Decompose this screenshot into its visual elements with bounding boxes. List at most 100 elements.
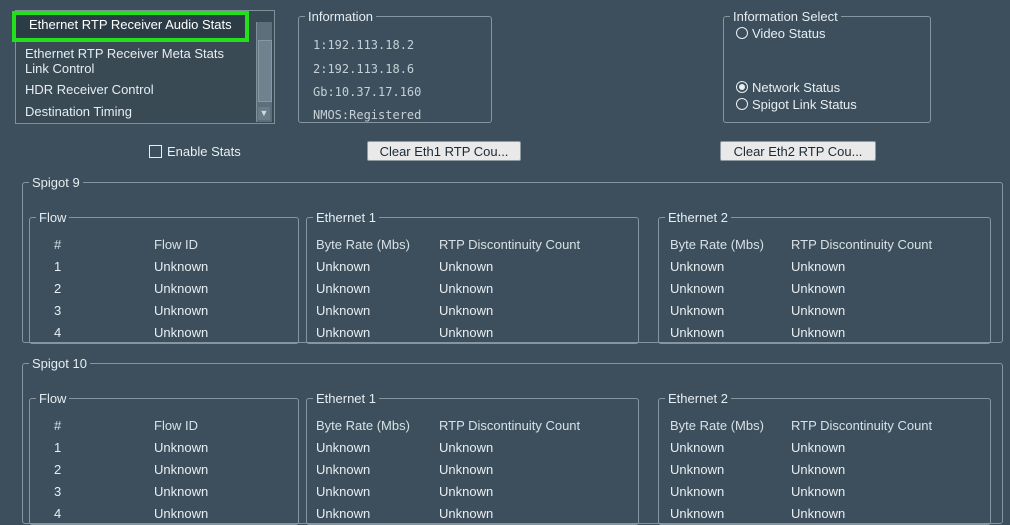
- info-line-1: 1:192.113.18.2: [313, 38, 415, 52]
- spigot-10-ethernet-1-group: Ethernet 1 Byte Rate (Mbs) RTP Discontin…: [306, 391, 639, 525]
- col-header-flow-id: Flow ID: [154, 418, 199, 433]
- nav-item-hdr-receiver-control[interactable]: HDR Receiver Control: [25, 82, 154, 97]
- table-row-num: 2: [54, 281, 62, 296]
- col-header-byte-rate: Byte Rate (Mbs): [316, 237, 410, 252]
- col-header-byte-rate: Byte Rate (Mbs): [670, 418, 764, 433]
- nav-scroll-thumb[interactable]: [258, 40, 272, 102]
- table-row-flow-id: Unknown: [154, 440, 209, 455]
- nav-item-destination-timing[interactable]: Destination Timing: [25, 104, 132, 119]
- information-select-title: Information Select: [733, 9, 838, 24]
- col-header-num: #: [54, 237, 62, 252]
- table-row-byte-rate: Unknown: [670, 259, 725, 274]
- table-row-num: 3: [54, 484, 62, 499]
- table-row-num: 1: [54, 440, 62, 455]
- enable-stats-checkbox[interactable]: Enable Stats: [149, 144, 241, 159]
- table-row-discontinuity: Unknown: [439, 325, 494, 340]
- information-title: Information: [308, 9, 374, 24]
- table-row-discontinuity: Unknown: [439, 303, 494, 318]
- spigot-10-group: Spigot 10 Flow # Flow ID 1 Unknown 2 Unk…: [22, 356, 1003, 525]
- col-header-rtp-discontinuity: RTP Discontinuity Count: [439, 237, 581, 252]
- table-row-byte-rate: Unknown: [316, 506, 371, 521]
- table-row-byte-rate: Unknown: [670, 325, 725, 340]
- table-row-num: 2: [54, 462, 62, 477]
- radio-off-icon: [736, 98, 748, 110]
- table-row-discontinuity: Unknown: [439, 281, 494, 296]
- table-row-discontinuity: Unknown: [439, 484, 494, 499]
- clear-eth1-button[interactable]: Clear Eth1 RTP Cou...: [367, 141, 521, 161]
- table-row-discontinuity: Unknown: [439, 462, 494, 477]
- col-header-rtp-discontinuity: RTP Discontinuity Count: [791, 418, 933, 433]
- ethernet-2-title: Ethernet 2: [668, 391, 728, 406]
- info-line-3: Gb:10.37.17.160: [313, 85, 422, 99]
- table-row-num: 4: [54, 506, 62, 521]
- table-row-discontinuity: Unknown: [791, 325, 846, 340]
- table-row-byte-rate: Unknown: [316, 325, 371, 340]
- table-row-flow-id: Unknown: [154, 281, 209, 296]
- spigot-9-ethernet-2-group: Ethernet 2 Byte Rate (Mbs) RTP Discontin…: [658, 210, 991, 344]
- table-row-discontinuity: Unknown: [439, 259, 494, 274]
- table-row-byte-rate: Unknown: [316, 462, 371, 477]
- table-row-discontinuity: Unknown: [791, 462, 846, 477]
- spigot-10-flow-group: Flow # Flow ID 1 Unknown 2 Unknown 3 Unk…: [29, 391, 299, 525]
- table-row-discontinuity: Unknown: [791, 440, 846, 455]
- panel-nav-list: Ethernet RTP Receiver Audio Stats Ethern…: [12, 10, 275, 124]
- scroll-down-arrow-icon[interactable]: ▼: [258, 107, 270, 120]
- table-row-num: 4: [54, 325, 62, 340]
- table-row-num: 1: [54, 259, 62, 274]
- col-header-rtp-discontinuity: RTP Discontinuity Count: [439, 418, 581, 433]
- spigot-9-ethernet-1-group: Ethernet 1 Byte Rate (Mbs) RTP Discontin…: [306, 210, 639, 344]
- nav-item-link-control[interactable]: Link Control: [25, 61, 94, 76]
- table-row-byte-rate: Unknown: [316, 484, 371, 499]
- table-row-discontinuity: Unknown: [439, 440, 494, 455]
- table-row-flow-id: Unknown: [154, 484, 209, 499]
- clear-eth2-button[interactable]: Clear Eth2 RTP Cou...: [720, 141, 876, 161]
- table-row-byte-rate: Unknown: [670, 506, 725, 521]
- table-row-byte-rate: Unknown: [316, 440, 371, 455]
- col-header-flow-id: Flow ID: [154, 237, 199, 252]
- table-row-byte-rate: Unknown: [316, 303, 371, 318]
- table-row-byte-rate: Unknown: [670, 303, 725, 318]
- flow-title: Flow: [39, 391, 67, 406]
- radio-spigot-link-status[interactable]: Spigot Link Status: [736, 97, 857, 112]
- table-row-discontinuity: Unknown: [791, 281, 846, 296]
- ethernet-1-title: Ethernet 1: [316, 210, 376, 225]
- table-row-discontinuity: Unknown: [791, 303, 846, 318]
- table-row-byte-rate: Unknown: [670, 462, 725, 477]
- table-row-flow-id: Unknown: [154, 259, 209, 274]
- spigot-9-flow-group: Flow # Flow ID 1 Unknown 2 Unknown 3 Unk…: [29, 210, 299, 344]
- col-header-byte-rate: Byte Rate (Mbs): [316, 418, 410, 433]
- col-header-byte-rate: Byte Rate (Mbs): [670, 237, 764, 252]
- table-row-discontinuity: Unknown: [791, 506, 846, 521]
- information-select-group: Information Select Video Status Network …: [723, 9, 931, 123]
- table-row-flow-id: Unknown: [154, 506, 209, 521]
- col-header-rtp-discontinuity: RTP Discontinuity Count: [791, 237, 933, 252]
- spigot-9-group: Spigot 9 Flow # Flow ID 1 Unknown 2 Unkn…: [22, 175, 1003, 344]
- table-row-byte-rate: Unknown: [670, 281, 725, 296]
- info-line-2: 2:192.113.18.6: [313, 62, 415, 76]
- col-header-num: #: [54, 418, 62, 433]
- table-row-discontinuity: Unknown: [791, 484, 846, 499]
- table-row-byte-rate: Unknown: [316, 281, 371, 296]
- nav-item-meta-stats[interactable]: Ethernet RTP Receiver Meta Stats: [25, 46, 224, 61]
- spigot-10-title: Spigot 10: [32, 356, 87, 371]
- table-row-byte-rate: Unknown: [316, 259, 371, 274]
- table-row-discontinuity: Unknown: [439, 506, 494, 521]
- flow-title: Flow: [39, 210, 67, 225]
- table-row-flow-id: Unknown: [154, 462, 209, 477]
- nav-item-audio-stats[interactable]: Ethernet RTP Receiver Audio Stats: [12, 11, 249, 42]
- table-row-flow-id: Unknown: [154, 325, 209, 340]
- radio-video-status[interactable]: Video Status: [736, 26, 825, 41]
- table-row-flow-id: Unknown: [154, 303, 209, 318]
- radio-network-status[interactable]: Network Status: [736, 80, 840, 95]
- radio-off-icon: [736, 27, 748, 39]
- checkbox-icon: [149, 145, 162, 158]
- spigot-10-ethernet-2-group: Ethernet 2 Byte Rate (Mbs) RTP Discontin…: [658, 391, 991, 525]
- information-group: Information 1:192.113.18.2 2:192.113.18.…: [298, 9, 492, 123]
- table-row-byte-rate: Unknown: [670, 484, 725, 499]
- table-row-discontinuity: Unknown: [791, 259, 846, 274]
- radio-on-icon: [736, 81, 748, 93]
- info-line-4: NMOS:Registered: [313, 108, 422, 122]
- ethernet-1-title: Ethernet 1: [316, 391, 376, 406]
- ethernet-2-title: Ethernet 2: [668, 210, 728, 225]
- table-row-byte-rate: Unknown: [670, 440, 725, 455]
